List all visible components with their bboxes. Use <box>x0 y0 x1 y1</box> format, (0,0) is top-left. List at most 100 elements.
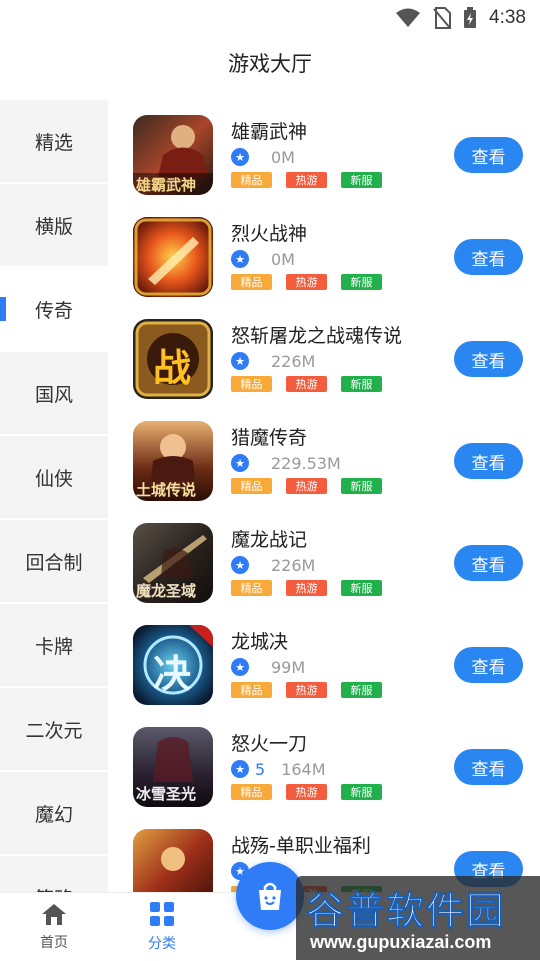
game-meta: ★ 229.53M <box>231 453 341 473</box>
sidebar-item-celue[interactable]: 策略 <box>0 856 108 892</box>
tag-badge: 新服 <box>341 172 382 188</box>
wifi-icon <box>396 8 421 27</box>
game-meta: ★ 226M <box>231 555 315 575</box>
game-size: 0M <box>271 147 295 167</box>
tag-badge: 热游 <box>286 376 327 392</box>
game-icon: 决 <box>133 625 213 705</box>
sidebar-item-xianxia[interactable]: 仙侠 <box>0 436 108 518</box>
star-icon: ★ <box>231 760 249 778</box>
list-item[interactable]: 雄霸武神 雄霸武神 ★ 0M 精品 热游 新服 查看 <box>108 100 540 202</box>
star-icon: ★ <box>231 148 249 166</box>
grid-icon <box>150 902 174 926</box>
icon-text: 冰雪圣光 <box>136 785 197 803</box>
tab-label: 分类 <box>148 936 176 952</box>
shop-fab-button[interactable] <box>236 862 304 930</box>
tab-category[interactable]: 分类 <box>108 893 216 961</box>
view-button[interactable]: 查看 <box>454 647 523 683</box>
tab-label: 首页 <box>40 935 68 951</box>
game-name: 战殇-单职业福利 <box>231 835 371 857</box>
category-sidebar: 精选 横版 传奇 国风 仙侠 回合制 卡牌 二次元 魔幻 策略 <box>0 100 108 892</box>
sidebar-item-erciyuan[interactable]: 二次元 <box>0 688 108 770</box>
star-icon: ★ <box>231 454 249 472</box>
sidebar-item-guofeng[interactable]: 国风 <box>0 352 108 434</box>
sidebar-item-label: 仙侠 <box>34 467 73 490</box>
tag-badge: 新服 <box>341 784 382 800</box>
tag-badge: 热游 <box>286 274 327 290</box>
tag-group: 精品 热游 新服 <box>231 784 382 800</box>
star-icon: ★ <box>231 658 249 676</box>
list-item[interactable]: 魔龙圣域 魔龙战记 ★ 226M 精品 热游 新服 查看 <box>108 508 540 610</box>
tag-badge: 热游 <box>286 784 327 800</box>
watermark-title: 谷普软件园 <box>305 888 507 934</box>
game-size: 164M <box>281 759 326 779</box>
no-sim-icon <box>433 7 452 29</box>
view-button[interactable]: 查看 <box>454 443 523 479</box>
tag-badge: 新服 <box>341 274 382 290</box>
sidebar-item-label: 魔幻 <box>34 803 73 826</box>
star-icon: ★ <box>231 352 249 370</box>
sidebar-item-label: 横版 <box>34 215 73 238</box>
tag-badge: 新服 <box>341 682 382 698</box>
view-button[interactable]: 查看 <box>454 239 523 275</box>
home-icon <box>42 904 66 925</box>
game-icon <box>133 829 213 892</box>
tag-badge: 精品 <box>231 478 272 494</box>
list-item[interactable]: 决 龙城决 ★ 99M 精品 热游 新服 查看 <box>108 610 540 712</box>
game-icon <box>133 217 213 297</box>
sidebar-item-mohuan[interactable]: 魔幻 <box>0 772 108 854</box>
game-list: 雄霸武神 雄霸武神 ★ 0M 精品 热游 新服 查看 烈火战神 ★ 0M 精品 … <box>108 100 540 892</box>
icon-text: 雄霸武神 <box>136 176 197 194</box>
game-name: 怒火一刀 <box>231 733 308 755</box>
icon-text: 魔龙圣域 <box>136 582 197 600</box>
sidebar-item-hengban[interactable]: 横版 <box>0 184 108 266</box>
tag-group: 精品 热游 新服 <box>231 580 382 596</box>
page-title: 游戏大厅 <box>228 52 312 76</box>
sidebar-item-label: 卡牌 <box>34 635 73 658</box>
tag-badge: 精品 <box>231 784 272 800</box>
game-name: 龙城决 <box>231 631 289 653</box>
game-name: 猎魔传奇 <box>231 427 308 449</box>
view-button[interactable]: 查看 <box>454 545 523 581</box>
game-name: 魔龙战记 <box>231 529 308 551</box>
game-size: 229.53M <box>271 453 341 473</box>
status-bar: 4:38 <box>0 0 540 36</box>
sidebar-item-huihezhi[interactable]: 回合制 <box>0 520 108 602</box>
view-button[interactable]: 查看 <box>454 341 523 377</box>
list-item[interactable]: 烈火战神 ★ 0M 精品 热游 新服 查看 <box>108 202 540 304</box>
tag-badge: 精品 <box>231 274 272 290</box>
game-size: 226M <box>271 351 316 371</box>
tag-badge: 热游 <box>286 580 327 596</box>
game-meta: ★ 0M <box>231 147 295 167</box>
game-meta: ★ 5 164M <box>231 759 326 779</box>
tag-badge: 热游 <box>286 682 327 698</box>
tag-badge: 新服 <box>341 580 382 596</box>
view-button[interactable]: 查看 <box>454 137 523 173</box>
game-name: 烈火战神 <box>231 223 308 245</box>
game-name: 雄霸武神 <box>231 121 308 143</box>
tag-group: 精品 热游 新服 <box>231 682 382 698</box>
star-icon: ★ <box>231 556 249 574</box>
list-item[interactable]: 土城传说 猎魔传奇 ★ 229.53M 精品 热游 新服 查看 <box>108 406 540 508</box>
view-button[interactable]: 查看 <box>454 749 523 785</box>
sidebar-item-chuanqi[interactable]: 传奇 <box>0 268 108 350</box>
shopping-bag-icon <box>259 882 281 910</box>
sidebar-item-label: 二次元 <box>25 719 83 742</box>
tag-badge: 热游 <box>286 172 327 188</box>
list-item[interactable]: 战 怒斩屠龙之战魂传说 ★ 226M 精品 热游 新服 查看 <box>108 304 540 406</box>
star-icon: ★ <box>231 250 249 268</box>
sidebar-item-jingxuan[interactable]: 精选 <box>0 100 108 182</box>
game-icon: 雄霸武神 <box>133 115 213 195</box>
tag-group: 精品 热游 新服 <box>231 376 382 392</box>
tag-group: 精品 热游 新服 <box>231 172 382 188</box>
watermark-url: www.gupuxiazai.com <box>310 932 492 952</box>
game-icon: 战 <box>133 319 213 399</box>
tag-badge: 精品 <box>231 172 272 188</box>
sidebar-item-label: 策略 <box>35 884 73 893</box>
tab-home[interactable]: 首页 <box>0 893 108 961</box>
list-item[interactable]: 冰雪圣光 怒火一刀 ★ 5 164M 精品 热游 新服 查看 <box>108 712 540 814</box>
game-meta: ★ 0M <box>231 249 295 269</box>
sidebar-item-kapai[interactable]: 卡牌 <box>0 604 108 686</box>
icon-text: 决 <box>153 651 192 696</box>
tag-badge: 新服 <box>341 376 382 392</box>
tag-group: 精品 热游 新服 <box>231 274 382 290</box>
